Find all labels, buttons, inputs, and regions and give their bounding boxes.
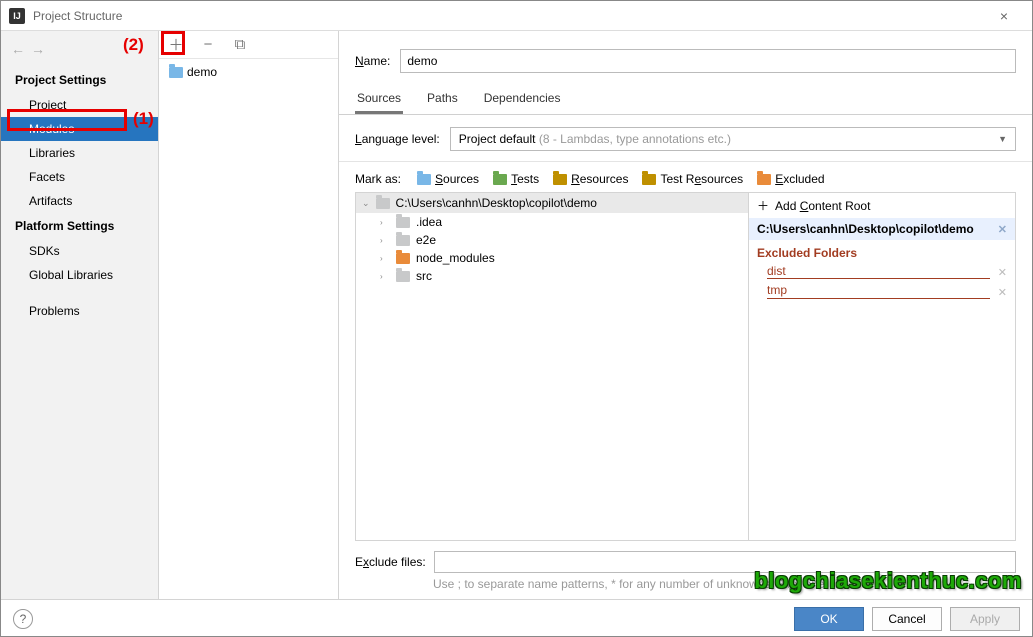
modules-panel: ＋ − ⧉ demo — [159, 31, 339, 599]
exclude-hint: Use ; to separate name patterns, * for a… — [339, 575, 1032, 599]
name-label: Name: — [355, 54, 390, 68]
plus-icon: ＋ — [757, 197, 769, 214]
remove-excluded-icon[interactable]: ✕ — [998, 266, 1007, 279]
mark-as-label: Mark as: — [355, 172, 401, 186]
tree-item[interactable]: › e2e — [356, 231, 748, 249]
nav-back-icon[interactable]: ← — [11, 41, 25, 57]
sidebar: ← → Project Settings Project Modules Lib… — [1, 31, 159, 599]
chevron-right-icon: › — [380, 254, 390, 263]
folder-icon — [396, 217, 410, 228]
sidebar-item-facets[interactable]: Facets — [1, 165, 158, 189]
tab-sources[interactable]: Sources — [355, 83, 403, 114]
copy-module-icon[interactable]: ⧉ — [231, 36, 249, 54]
nav-forward-icon[interactable]: → — [31, 41, 45, 57]
remove-module-icon[interactable]: − — [199, 36, 217, 54]
app-icon: IJ — [9, 8, 25, 24]
cancel-button[interactable]: Cancel — [872, 607, 942, 631]
chevron-right-icon: › — [380, 236, 390, 245]
chevron-down-icon: ⌄ — [362, 198, 370, 209]
content-root-path[interactable]: C:\Users\canhn\Desktop\copilot\demo ✕ — [749, 218, 1015, 240]
folder-icon — [376, 198, 390, 209]
tree-item[interactable]: › .idea — [356, 213, 748, 231]
folder-icon — [396, 235, 410, 246]
exclude-files-label: Exclude files: — [355, 555, 426, 569]
main-panel: Name: Sources Paths Dependencies Languag… — [339, 31, 1032, 599]
language-level-label: Language level: — [355, 132, 440, 146]
section-project-settings: Project Settings — [1, 67, 158, 93]
sidebar-item-project[interactable]: Project — [1, 93, 158, 117]
excluded-item[interactable]: tmp ✕ — [749, 281, 1015, 300]
module-item[interactable]: demo — [165, 63, 332, 81]
chevron-right-icon: › — [380, 218, 390, 227]
folder-icon — [396, 253, 410, 264]
mark-resources[interactable]: Resources — [553, 172, 628, 186]
tab-dependencies[interactable]: Dependencies — [482, 83, 563, 114]
name-input[interactable] — [400, 49, 1016, 73]
remove-excluded-icon[interactable]: ✕ — [998, 286, 1007, 299]
chevron-right-icon: › — [380, 272, 390, 281]
chevron-down-icon: ▼ — [998, 134, 1007, 144]
sidebar-item-artifacts[interactable]: Artifacts — [1, 189, 158, 213]
excluded-item[interactable]: dist ✕ — [749, 262, 1015, 281]
apply-button[interactable]: Apply — [950, 607, 1020, 631]
folder-icon — [169, 67, 183, 78]
dialog-footer: ? OK Cancel Apply — [1, 599, 1032, 637]
ok-button[interactable]: OK — [794, 607, 864, 631]
sidebar-item-global-libraries[interactable]: Global Libraries — [1, 263, 158, 287]
close-icon[interactable]: × — [984, 8, 1024, 24]
mark-tests[interactable]: Tests — [493, 172, 539, 186]
module-tabs: Sources Paths Dependencies — [339, 83, 1032, 115]
add-module-icon[interactable]: ＋ — [167, 36, 185, 54]
sidebar-item-problems[interactable]: Problems — [1, 299, 158, 323]
sidebar-item-libraries[interactable]: Libraries — [1, 141, 158, 165]
mark-test-resources[interactable]: Test Resources — [642, 172, 743, 186]
language-level-select[interactable]: Project default (8 - Lambdas, type annot… — [450, 127, 1016, 151]
sidebar-item-sdks[interactable]: SDKs — [1, 239, 158, 263]
sidebar-item-modules[interactable]: Modules — [1, 117, 158, 141]
section-platform-settings: Platform Settings — [1, 213, 158, 239]
excluded-folders-heading: Excluded Folders — [749, 240, 1015, 262]
window-title: Project Structure — [33, 9, 984, 23]
tree-root[interactable]: ⌄ C:\Users\canhn\Desktop\copilot\demo — [356, 193, 748, 213]
remove-root-icon[interactable]: ✕ — [998, 223, 1007, 236]
exclude-files-input[interactable] — [434, 551, 1016, 573]
module-name: demo — [187, 65, 217, 79]
folder-icon — [396, 271, 410, 282]
content-roots-panel: ＋ Add Content Root C:\Users\canhn\Deskto… — [748, 192, 1016, 541]
help-icon[interactable]: ? — [13, 609, 33, 629]
titlebar: IJ Project Structure × — [1, 1, 1032, 31]
tree-item[interactable]: › src — [356, 267, 748, 285]
add-content-root-button[interactable]: ＋ Add Content Root — [749, 193, 1015, 218]
mark-sources[interactable]: Sources — [417, 172, 479, 186]
mark-excluded[interactable]: Excluded — [757, 172, 824, 186]
source-tree: ⌄ C:\Users\canhn\Desktop\copilot\demo › … — [355, 192, 748, 541]
tree-item[interactable]: › node_modules — [356, 249, 748, 267]
tab-paths[interactable]: Paths — [425, 83, 460, 114]
